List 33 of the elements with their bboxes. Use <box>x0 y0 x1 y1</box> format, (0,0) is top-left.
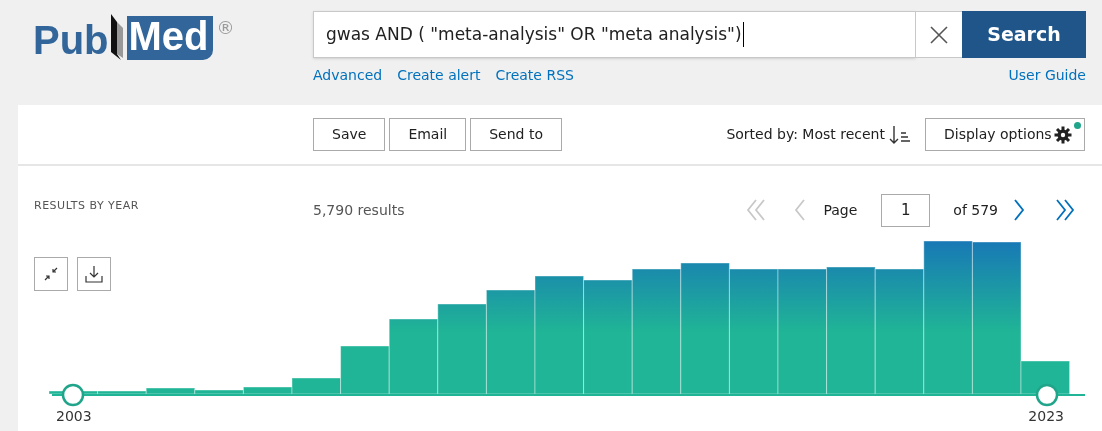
page-field[interactable]: 1 <box>881 193 931 227</box>
year-label: 2023 <box>1028 408 1064 425</box>
close-icon <box>930 25 948 44</box>
sort-icon[interactable] <box>889 124 911 145</box>
logo-text: Med <box>126 16 213 60</box>
slider-handle[interactable] <box>61 383 85 407</box>
settings-icon <box>1054 125 1072 144</box>
action-button[interactable]: Send to <box>470 118 562 151</box>
collapse-button[interactable] <box>34 257 68 291</box>
page-label: Page <box>823 200 858 220</box>
display-options-button[interactable]: Display options <box>925 118 1085 151</box>
search-link[interactable]: Create RSS <box>495 64 574 86</box>
download-button[interactable] <box>77 257 111 291</box>
registered-mark: ® <box>216 16 235 40</box>
results-count: 5,790 results <box>313 200 405 220</box>
clear-button[interactable] <box>916 11 962 58</box>
download-icon <box>85 265 103 283</box>
user-guide-link[interactable]: User Guide <box>1008 64 1086 86</box>
next-page-icon[interactable] <box>1012 198 1026 222</box>
action-button[interactable]: Email <box>389 118 467 151</box>
page-count: of 579 <box>953 200 998 220</box>
action-button[interactable]: Save <box>313 118 386 151</box>
logo-text: Pub <box>33 20 109 60</box>
search-link[interactable]: Advanced <box>313 64 383 86</box>
year-label: 2003 <box>56 408 92 425</box>
search-link[interactable]: Create alert <box>397 64 481 86</box>
collapse-icon <box>44 267 58 281</box>
last-page-icon[interactable] <box>1054 198 1076 222</box>
search-button[interactable]: Search <box>962 11 1086 58</box>
section-title: RESULTS BY YEAR <box>34 198 140 214</box>
search-field[interactable]: gwas AND ( "meta-analysis" OR "meta analysis") <box>313 11 916 58</box>
sort-label[interactable]: Sorted by: Most recent <box>726 124 885 145</box>
slider-handle[interactable] <box>1035 383 1059 407</box>
